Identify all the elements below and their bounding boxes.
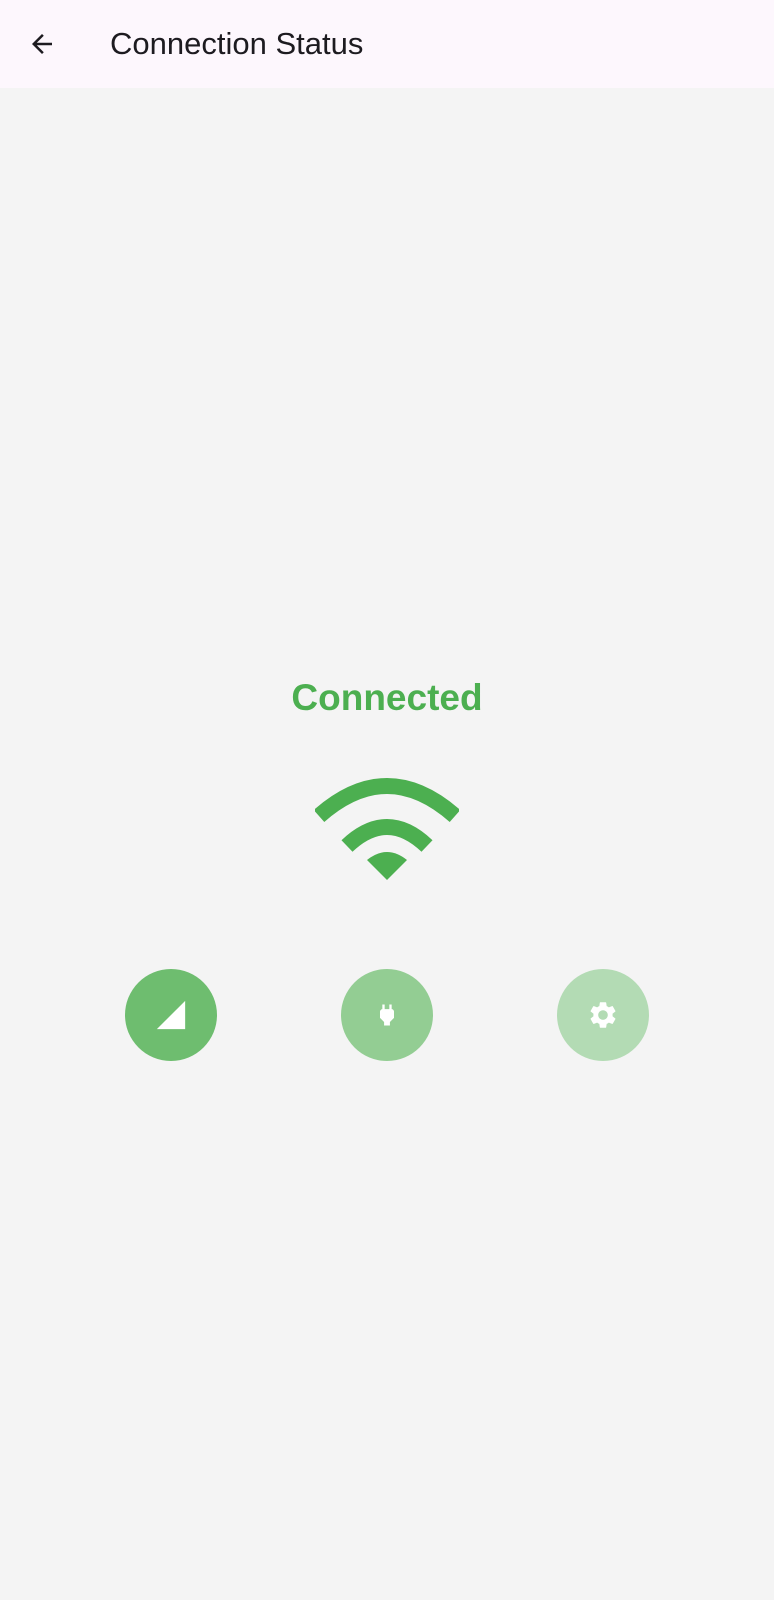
- page-title: Connection Status: [110, 26, 364, 61]
- arrow-back-icon: [32, 34, 52, 54]
- power-button[interactable]: [341, 969, 433, 1061]
- settings-button[interactable]: [557, 969, 649, 1061]
- back-button[interactable]: [20, 22, 64, 66]
- connection-status-content: Connected: [0, 88, 774, 1600]
- power-plug-icon: [380, 1004, 394, 1026]
- app-bar: Connection Status: [0, 0, 774, 88]
- action-buttons-row: [0, 969, 774, 1061]
- connection-status-label: Connected: [291, 677, 483, 718]
- settings-gear-icon: [590, 1002, 616, 1028]
- signal-button[interactable]: [125, 969, 217, 1061]
- signal-cellular-icon: [156, 1000, 186, 1030]
- wifi-icon: [315, 778, 459, 880]
